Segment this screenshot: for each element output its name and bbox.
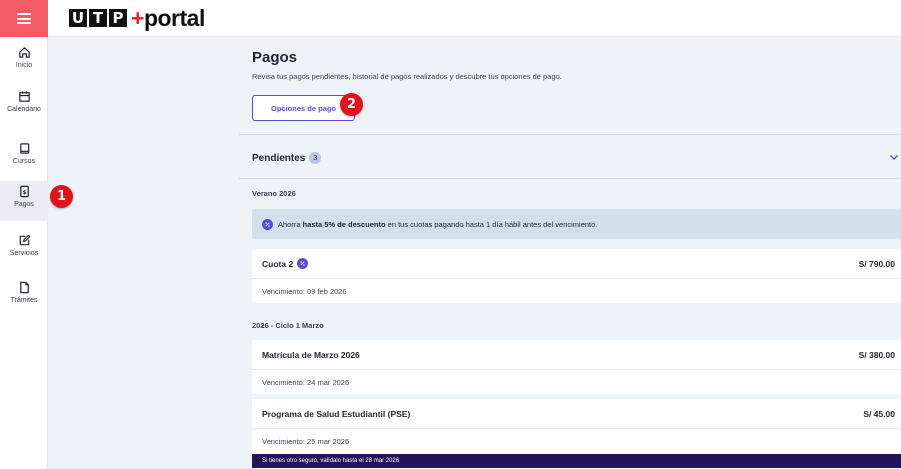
- top-bar: U T P +portal: [0, 0, 901, 37]
- calendar-icon: [18, 91, 30, 102]
- discount-badge-icon: [297, 258, 309, 269]
- payment-item-name: Cuota 2: [262, 249, 309, 278]
- sidebar-item-servicios[interactable]: Servicios: [0, 230, 48, 270]
- sidebar-item-label: Trámites: [10, 297, 38, 304]
- payment-item-amount: S/ 790.00: [858, 258, 895, 269]
- group-title: Verano 2026: [252, 189, 296, 198]
- sidebar-item-cursos[interactable]: Cursos: [0, 138, 48, 178]
- sidebar-item-inicio[interactable]: Inicio: [0, 42, 48, 82]
- sidebar-item-label: Cursos: [12, 158, 36, 165]
- pending-title: Pendientes: [252, 152, 306, 164]
- discount-icon: [262, 218, 273, 230]
- sidebar-item-label: Pagos: [14, 201, 34, 208]
- sidebar-item-tramites[interactable]: Trámites: [0, 277, 48, 317]
- document-icon: [19, 281, 29, 294]
- annotation-marker-2: 2: [340, 93, 363, 116]
- group-title: 2026 - Ciclo 1 Marzo: [252, 321, 324, 330]
- divider: [239, 134, 901, 135]
- payment-icon: $: [19, 185, 29, 198]
- utp-portal-logo[interactable]: U T P +portal: [69, 5, 205, 32]
- logo-wordmark: +portal: [131, 5, 205, 32]
- payment-item-due-date: Vencimiento: 24 mar 2026: [262, 377, 350, 387]
- logo-letter-p: P: [109, 9, 127, 27]
- logo-letter-u: U: [69, 9, 87, 27]
- hamburger-icon: [17, 13, 31, 24]
- pending-section-header[interactable]: Pendientes 3: [252, 149, 901, 167]
- logo-plus: +: [131, 4, 144, 31]
- sidebar-item-calendario[interactable]: Calendario: [0, 86, 48, 126]
- card-divider: [252, 428, 901, 429]
- sidebar-item-label: Inicio: [15, 62, 33, 69]
- logo-letter-t: T: [89, 9, 107, 27]
- pending-count-badge: 3: [309, 152, 322, 164]
- book-icon: [19, 143, 29, 154]
- payment-item-amount: S/ 380.00: [858, 349, 895, 360]
- insurance-note-banner: Si tienes otro seguro, valídalo hasta el…: [252, 454, 901, 468]
- page-subtitle: Revisa tus pagos pendientes, historial d…: [252, 72, 562, 81]
- payment-item-amount: S/ 45.00: [863, 408, 895, 419]
- divider: [239, 178, 901, 179]
- sidebar-nav: Inicio Calendario Cursos $ Pagos Servici…: [0, 37, 48, 469]
- logo-word: portal: [143, 4, 205, 31]
- main-content: Pagos Revisa tus pagos pendientes, histo…: [239, 37, 901, 469]
- payment-item-due-date: Vencimiento: 25 mar 2026: [262, 436, 350, 446]
- payment-item-due-date: Vencimiento: 09 feb 2026: [262, 286, 347, 296]
- sidebar-item-pagos[interactable]: $ Pagos: [0, 181, 48, 221]
- chevron-down-icon[interactable]: [889, 152, 899, 162]
- payment-item-card[interactable]: Programa de Salud Estudiantil (PSE) S/ 4…: [252, 399, 901, 469]
- sidebar-item-label: Calendario: [7, 106, 41, 113]
- card-divider: [252, 278, 901, 279]
- edit-icon: [19, 234, 30, 246]
- payment-item-card[interactable]: Cuota 2 S/ 790.00 Vencimiento: 09 feb 20…: [252, 249, 901, 303]
- discount-promo-banner: Ahorra hasta 5% de descuento en tus cuot…: [252, 209, 901, 239]
- annotation-marker-1: 1: [50, 185, 73, 208]
- payment-item-name: Matrícula de Marzo 2026: [262, 349, 360, 360]
- content-gutter: [48, 37, 239, 469]
- payment-item-name: Programa de Salud Estudiantil (PSE): [262, 408, 411, 419]
- hamburger-menu-button[interactable]: [0, 0, 48, 37]
- sidebar-item-label: Servicios: [9, 250, 39, 257]
- payment-item-card[interactable]: Matrícula de Marzo 2026 S/ 380.00 Vencim…: [252, 340, 901, 394]
- home-icon: [18, 47, 30, 58]
- promo-text: Ahorra hasta 5% de descuento en tus cuot…: [278, 219, 598, 229]
- card-divider: [252, 369, 901, 370]
- svg-text:$: $: [22, 190, 26, 196]
- page-title: Pagos: [252, 49, 298, 66]
